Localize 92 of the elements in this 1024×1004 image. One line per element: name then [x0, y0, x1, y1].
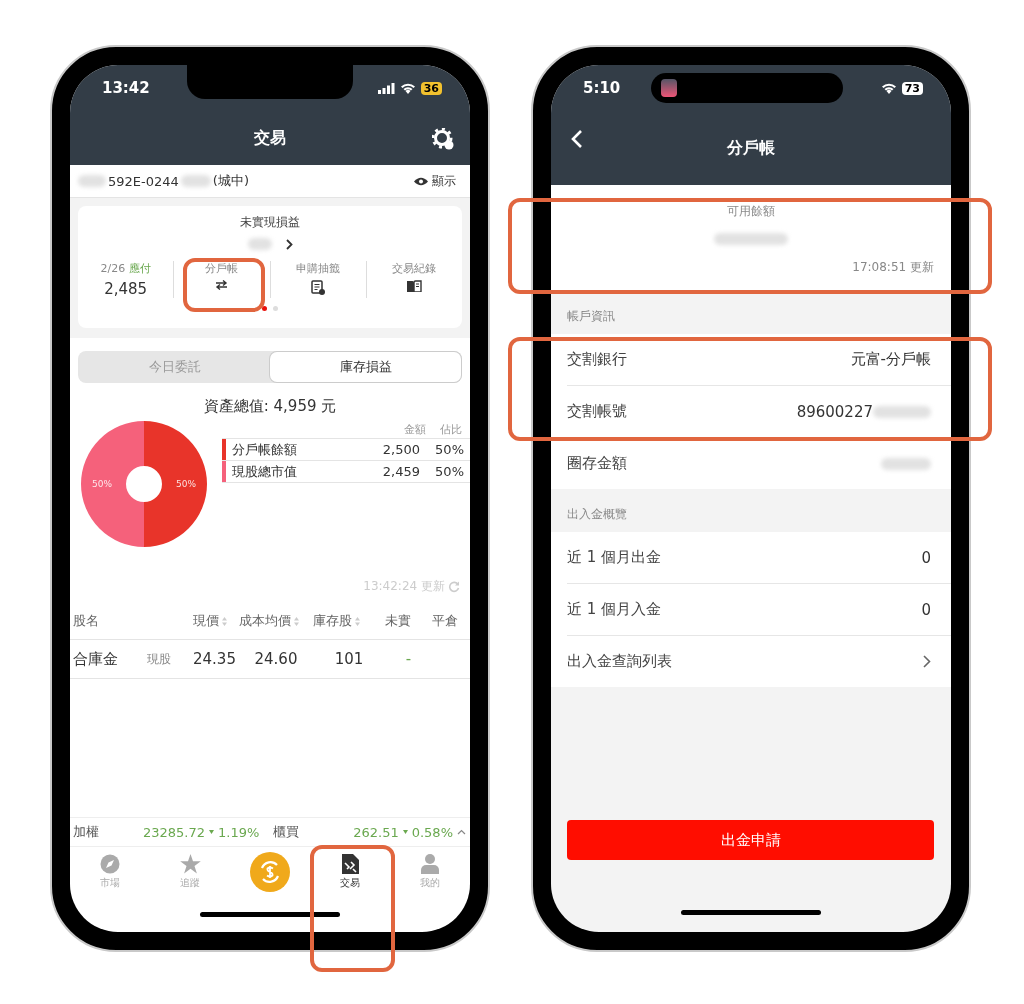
star-icon: [179, 854, 201, 874]
row-label: 圈存金額: [567, 454, 627, 473]
row-value: 元富-分戶帳: [850, 350, 931, 369]
section-header: 出入金概覽: [567, 506, 627, 523]
row-value: 0: [921, 548, 931, 567]
update-time: 17:08:51 更新: [852, 259, 934, 276]
shortcut-button[interactable]: 交易紀錄: [365, 261, 462, 298]
column-header[interactable]: 庫存股: [313, 612, 352, 630]
refresh-icon[interactable]: [448, 580, 460, 593]
app-icon: [661, 79, 677, 97]
chevron-right-icon: [923, 655, 931, 668]
redacted-mark: [247, 238, 272, 250]
person-icon: [421, 854, 439, 874]
wifi-icon: [399, 82, 416, 94]
shortcut-button[interactable]: 分戶帳: [173, 261, 270, 298]
signal-icon: [377, 82, 395, 94]
row-value: 89600227: [796, 402, 873, 421]
settings-icon[interactable]: [432, 128, 454, 150]
legend-amount: 2,500: [381, 442, 420, 457]
table-cell-text: 101: [333, 650, 365, 668]
branch-name: (城中): [212, 172, 249, 190]
index-value: 23285.72: [143, 824, 206, 840]
total-assets: 資產總值: 4,959 元: [202, 397, 338, 416]
book-icon: [406, 280, 423, 292]
card-title: 未實現損益: [240, 214, 300, 231]
exchange-button[interactable]: [250, 852, 290, 892]
legend-label: 分戶帳餘額: [232, 440, 298, 459]
table-cell-text: 24.35: [193, 650, 237, 668]
shortcut-button[interactable]: 申購抽籤: [269, 261, 366, 298]
payable-label: 2/26 應付: [100, 261, 151, 276]
wifi-icon: [880, 82, 897, 94]
column-header: 平倉: [432, 612, 458, 630]
nav-tab[interactable]: 市場: [70, 854, 150, 890]
nav-tab[interactable]: 追蹤: [150, 854, 230, 890]
column-header: 未實: [385, 612, 411, 630]
chevron-right-icon[interactable]: [285, 238, 293, 250]
slice-label: 50%: [92, 479, 112, 489]
balance-label: 可用餘額: [727, 203, 775, 220]
column-header: 金額: [404, 422, 426, 438]
table-cell-text: -: [404, 650, 413, 668]
section-header: 帳戶資訊: [567, 308, 615, 325]
index-change: 1.19%: [218, 824, 260, 840]
segment-tab[interactable]: 庫存損益: [270, 352, 461, 382]
redacted-mark: [78, 175, 106, 187]
index-name: 櫃買: [273, 823, 300, 841]
status-time: 5:10: [582, 79, 622, 97]
index-change: 0.58%: [411, 824, 453, 840]
battery-indicator: 36: [420, 81, 442, 95]
screen-title: 交易: [254, 127, 286, 149]
sort-icon[interactable]: [222, 616, 227, 626]
row-label: 交割帳號: [567, 402, 627, 421]
down-triangle-icon: [402, 830, 408, 834]
table-cell-text: 24.60: [253, 650, 299, 668]
row-value: 0: [921, 600, 931, 619]
battery-indicator: 73: [901, 81, 923, 95]
sort-icon[interactable]: [355, 616, 360, 626]
column-header[interactable]: 現價: [193, 612, 219, 630]
account-number: 592E-0244: [108, 173, 179, 189]
column-header[interactable]: 成本均價: [239, 612, 291, 630]
segment-tab[interactable]: 今日委託: [79, 352, 270, 382]
redacted-mark: [180, 175, 211, 187]
legend-share: 50%: [434, 464, 465, 479]
column-header: 股名: [73, 612, 99, 630]
legend-label: 現股總市值: [232, 462, 298, 481]
page-dot[interactable]: [262, 306, 267, 311]
sort-icon[interactable]: [294, 616, 299, 626]
down-triangle-icon: [209, 830, 215, 834]
row-label: 交割銀行: [567, 350, 627, 369]
screen-title: 分戶帳: [727, 137, 775, 159]
legend-share: 50%: [434, 442, 465, 457]
eye-icon: [414, 176, 428, 186]
document-icon: [311, 280, 326, 295]
withdraw-button[interactable]: 出金申請: [567, 820, 934, 860]
status-time: 13:42: [101, 79, 151, 97]
index-value: 262.51: [353, 824, 399, 840]
show-toggle[interactable]: 顯示: [408, 171, 462, 191]
index-name: 加權: [73, 823, 100, 841]
swap-icon: [215, 280, 229, 290]
column-header: 佔比: [440, 422, 462, 438]
compass-icon: [100, 854, 120, 874]
stock-type: 現股: [147, 650, 171, 668]
caret-up-icon[interactable]: [457, 829, 466, 835]
slice-label: 50%: [176, 479, 196, 489]
row-label: 近 1 個月出金: [567, 548, 662, 567]
row-label: 近 1 個月入金: [567, 600, 662, 619]
nav-tab[interactable]: 我的: [390, 854, 470, 890]
page-dot[interactable]: [273, 306, 278, 311]
legend-amount: 2,459: [381, 464, 420, 479]
stock-name: 合庫金: [73, 649, 118, 669]
payable-amount: 2,485: [104, 280, 148, 298]
document-icon: [341, 854, 359, 874]
back-icon[interactable]: [571, 129, 583, 149]
